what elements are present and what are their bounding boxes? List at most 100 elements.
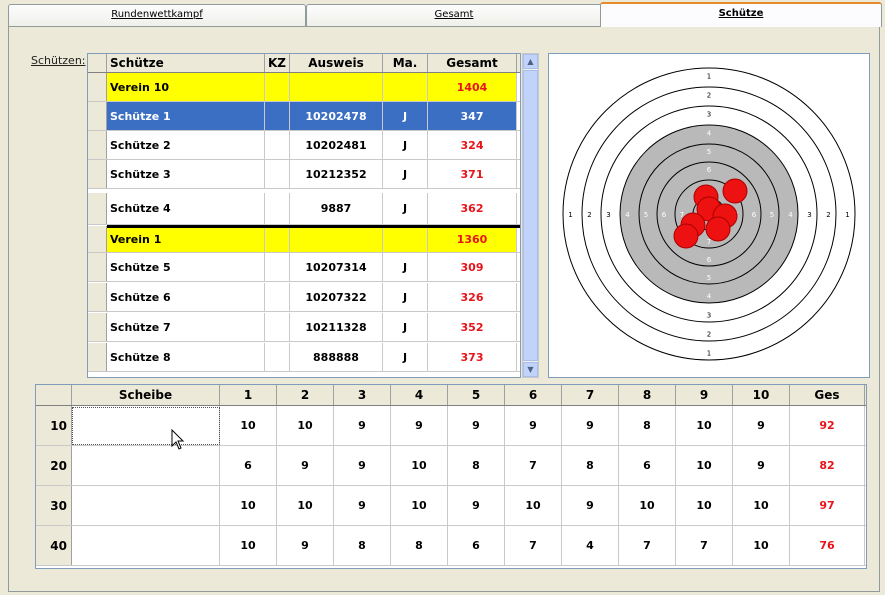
cell-gesamt[interactable]: 371 bbox=[428, 160, 517, 188]
row-selector[interactable] bbox=[88, 313, 107, 341]
header-col[interactable]: 6 bbox=[505, 385, 562, 405]
score-row[interactable]: 20 6 9 9 10 8 7 8 6 10 9 82 bbox=[36, 446, 866, 486]
cell-kz[interactable] bbox=[265, 102, 290, 130]
shot-cell[interactable]: 9 bbox=[277, 526, 334, 565]
header-schuetze[interactable]: Schütze bbox=[107, 54, 265, 72]
shot-cell[interactable]: 9 bbox=[505, 406, 562, 445]
shooter-row[interactable]: Schütze 1 10202478 J 347 bbox=[88, 102, 520, 131]
cell-name[interactable]: Schütze 2 bbox=[107, 131, 265, 159]
cell-kz[interactable] bbox=[265, 343, 290, 371]
row-selector[interactable] bbox=[88, 102, 107, 130]
header-col[interactable]: 10 bbox=[733, 385, 790, 405]
cell-gesamt[interactable]: 309 bbox=[428, 253, 517, 281]
cell-kz[interactable] bbox=[265, 73, 290, 101]
cell-ausweis[interactable] bbox=[290, 226, 383, 252]
shot-cell[interactable]: 6 bbox=[619, 446, 676, 485]
shot-cell[interactable]: 8 bbox=[619, 406, 676, 445]
cell-ausweis[interactable]: 10211328 bbox=[290, 313, 383, 341]
total-cell[interactable]: 97 bbox=[790, 486, 865, 525]
row-label[interactable]: 10 bbox=[36, 406, 72, 445]
shot-cell[interactable]: 10 bbox=[220, 406, 277, 445]
header-col[interactable]: 1 bbox=[220, 385, 277, 405]
shot-cell[interactable]: 10 bbox=[391, 486, 448, 525]
shooter-row[interactable]: Schütze 2 10202481 J 324 bbox=[88, 131, 520, 160]
total-cell[interactable]: 92 bbox=[790, 406, 865, 445]
cell-ausweis[interactable] bbox=[290, 73, 383, 101]
cell-kz[interactable] bbox=[265, 253, 290, 281]
cell-ma[interactable]: J bbox=[383, 343, 428, 371]
shot-cell[interactable]: 9 bbox=[334, 486, 391, 525]
cell-ausweis[interactable]: 888888 bbox=[290, 343, 383, 371]
scroll-up-arrow-icon[interactable]: ▲ bbox=[523, 54, 538, 69]
row-selector[interactable] bbox=[88, 73, 107, 101]
shot-cell[interactable]: 9 bbox=[334, 406, 391, 445]
shot-cell[interactable]: 7 bbox=[676, 526, 733, 565]
shot-cell[interactable]: 10 bbox=[733, 486, 790, 525]
cell-gesamt[interactable]: 347 bbox=[428, 102, 517, 130]
cell-name[interactable]: Schütze 5 bbox=[107, 253, 265, 281]
cell-name[interactable]: Schütze 1 bbox=[107, 102, 265, 130]
shot-cell[interactable]: 10 bbox=[277, 486, 334, 525]
row-selector[interactable] bbox=[88, 193, 107, 224]
cell-ausweis[interactable]: 10212352 bbox=[290, 160, 383, 188]
cell-name[interactable]: Schütze 7 bbox=[107, 313, 265, 341]
score-row[interactable]: 40 10 9 8 8 6 7 4 7 7 10 76 bbox=[36, 526, 866, 566]
scheibe-cell[interactable] bbox=[72, 446, 220, 485]
row-selector[interactable] bbox=[88, 160, 107, 188]
scroll-down-arrow-icon[interactable]: ▼ bbox=[523, 362, 538, 377]
shot-cell[interactable]: 9 bbox=[448, 406, 505, 445]
row-selector[interactable] bbox=[88, 253, 107, 281]
row-label[interactable]: 30 bbox=[36, 486, 72, 525]
cell-ma[interactable]: J bbox=[383, 131, 428, 159]
cell-name[interactable]: Schütze 4 bbox=[107, 193, 265, 224]
header-gesamt[interactable]: Gesamt bbox=[428, 54, 517, 72]
shot-cell[interactable]: 9 bbox=[277, 446, 334, 485]
cell-ausweis[interactable]: 10207322 bbox=[290, 283, 383, 311]
header-kz[interactable]: KZ bbox=[265, 54, 290, 72]
shooter-row[interactable]: Schütze 8 888888 J 373 bbox=[88, 343, 520, 372]
shot-cell[interactable]: 8 bbox=[391, 526, 448, 565]
shot-cell[interactable]: 9 bbox=[391, 406, 448, 445]
club-row[interactable]: Verein 1 1360 bbox=[88, 226, 520, 253]
header-col[interactable]: 2 bbox=[277, 385, 334, 405]
tab-schuetze[interactable]: Schütze bbox=[600, 2, 882, 27]
row-selector[interactable] bbox=[88, 226, 107, 252]
row-label[interactable]: 20 bbox=[36, 446, 72, 485]
cell-ausweis[interactable]: 10202478 bbox=[290, 102, 383, 130]
shot-cell[interactable]: 9 bbox=[562, 486, 619, 525]
club-row[interactable]: Verein 10 1404 bbox=[88, 73, 520, 102]
row-label[interactable]: 40 bbox=[36, 526, 72, 565]
shot-cell[interactable]: 9 bbox=[733, 406, 790, 445]
header-col[interactable]: 7 bbox=[562, 385, 619, 405]
cell-name[interactable]: Verein 1 bbox=[107, 226, 265, 252]
cell-kz[interactable] bbox=[265, 313, 290, 341]
cell-name[interactable]: Schütze 6 bbox=[107, 283, 265, 311]
cell-kz[interactable] bbox=[265, 131, 290, 159]
cell-gesamt[interactable]: 362 bbox=[428, 193, 517, 224]
row-selector[interactable] bbox=[88, 343, 107, 371]
shot-cell[interactable]: 6 bbox=[220, 446, 277, 485]
shot-cell[interactable]: 10 bbox=[676, 406, 733, 445]
cell-ma[interactable]: J bbox=[383, 193, 428, 224]
shot-cell[interactable]: 9 bbox=[733, 446, 790, 485]
cell-ma[interactable]: J bbox=[383, 102, 428, 130]
total-cell[interactable]: 76 bbox=[790, 526, 865, 565]
shot-cell[interactable]: 10 bbox=[505, 486, 562, 525]
cell-gesamt[interactable]: 324 bbox=[428, 131, 517, 159]
total-cell[interactable]: 82 bbox=[790, 446, 865, 485]
shot-cell[interactable]: 10 bbox=[676, 486, 733, 525]
cell-gesamt[interactable]: 373 bbox=[428, 343, 517, 371]
header-col[interactable]: 4 bbox=[391, 385, 448, 405]
cell-gesamt[interactable]: 326 bbox=[428, 283, 517, 311]
row-selector[interactable] bbox=[88, 131, 107, 159]
shot-cell[interactable]: 7 bbox=[505, 526, 562, 565]
shot-cell[interactable]: 10 bbox=[619, 486, 676, 525]
scheibe-cell[interactable] bbox=[72, 486, 220, 525]
shot-cell[interactable]: 10 bbox=[277, 406, 334, 445]
shot-cell[interactable]: 6 bbox=[448, 526, 505, 565]
shooters-scrollbar[interactable]: ▲ ▼ bbox=[522, 53, 539, 378]
cell-kz[interactable] bbox=[265, 283, 290, 311]
shot-cell[interactable]: 10 bbox=[733, 526, 790, 565]
shot-cell[interactable]: 8 bbox=[334, 526, 391, 565]
focused-cell-outline[interactable] bbox=[72, 407, 220, 445]
